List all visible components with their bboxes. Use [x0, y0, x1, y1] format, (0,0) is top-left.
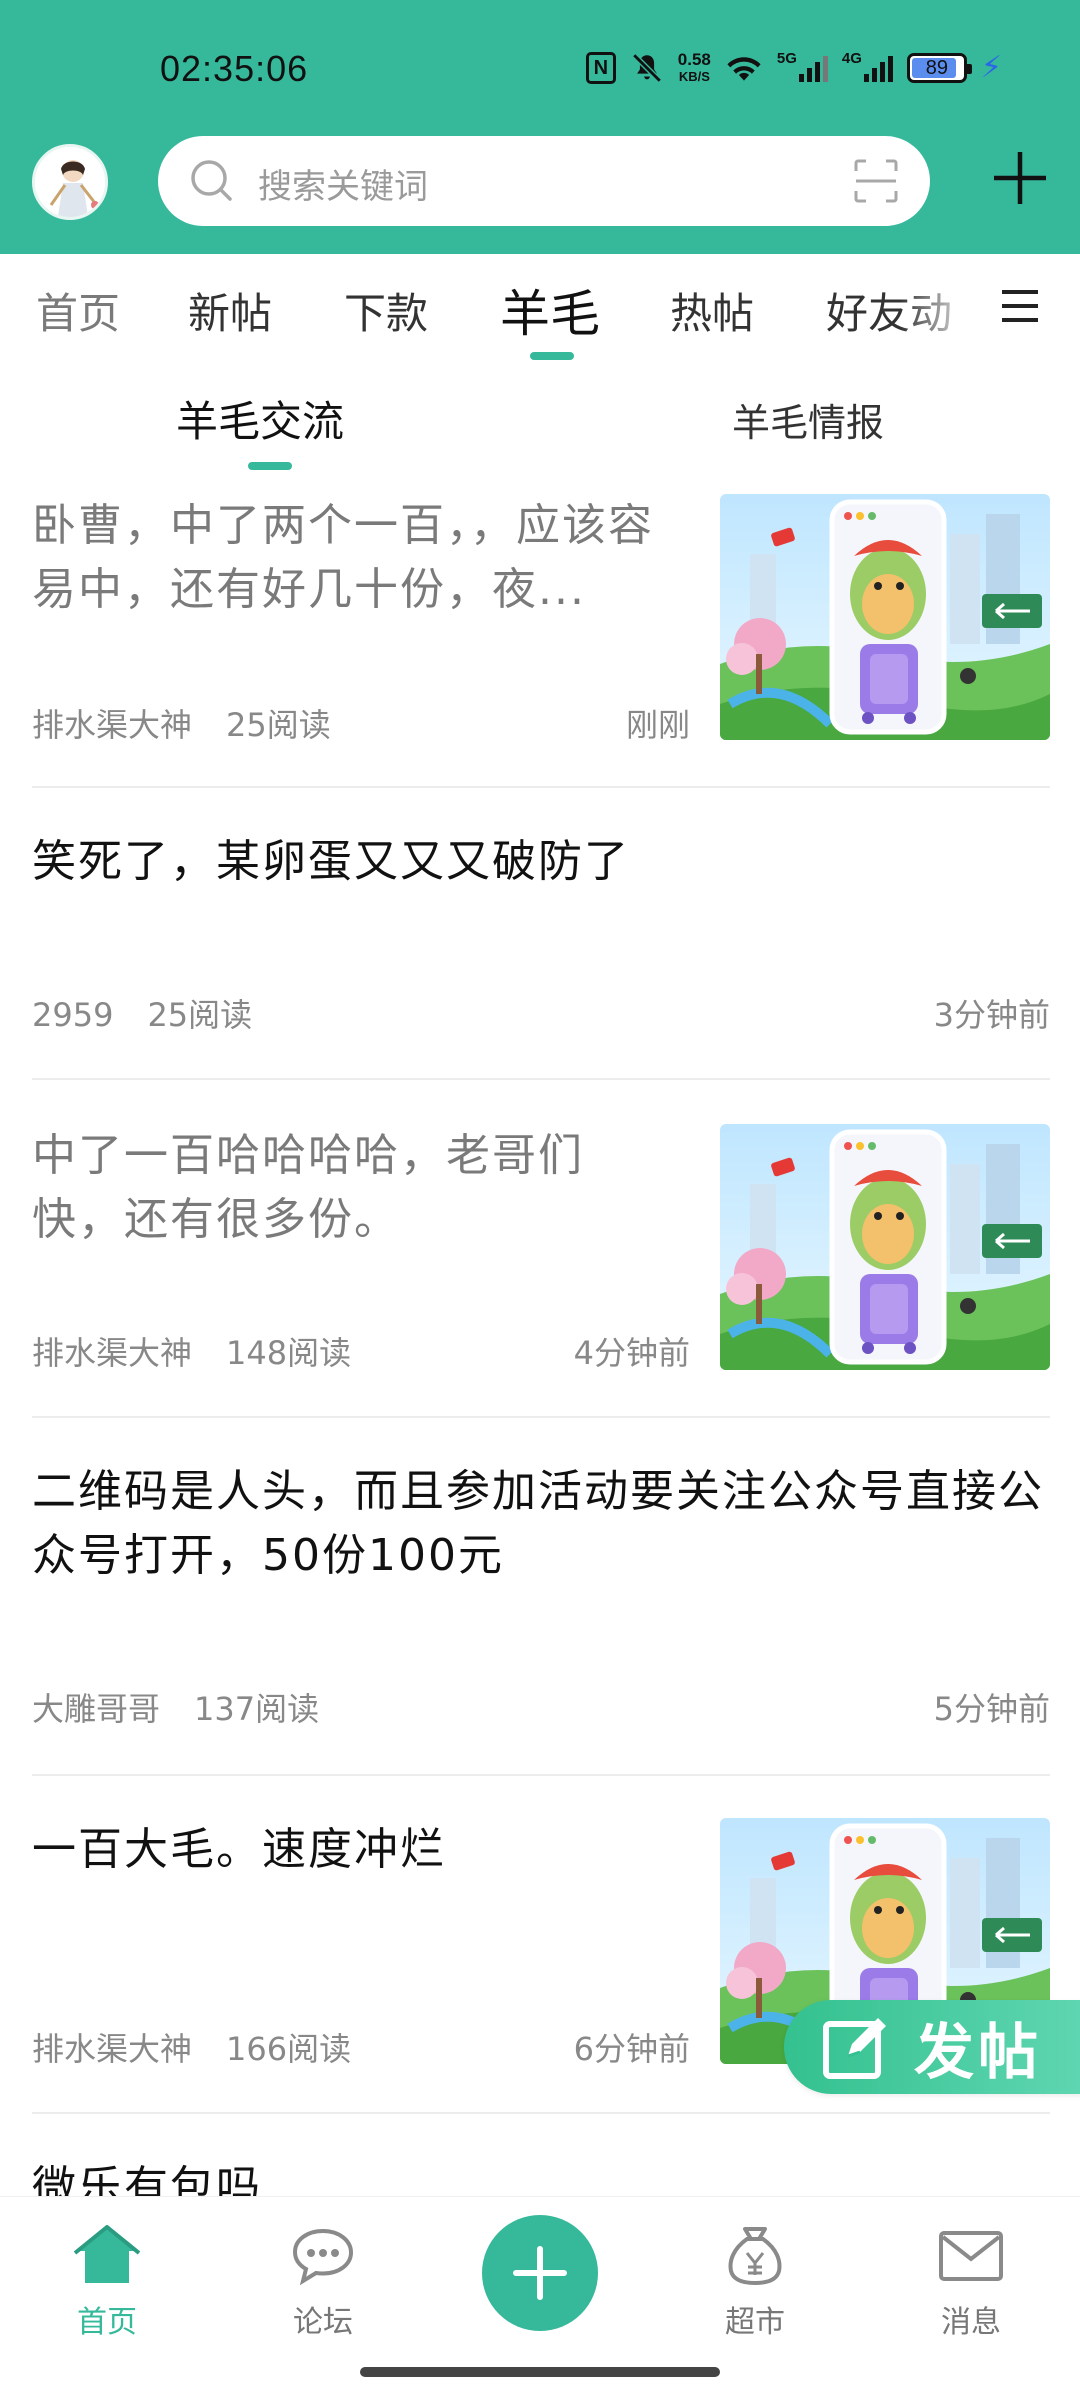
sim2-signal-icon — [863, 54, 893, 82]
mute-bell-icon — [632, 53, 662, 83]
tabs-fade — [900, 254, 990, 354]
post-author: 排水渠大神 — [32, 1334, 193, 1372]
chat-icon — [292, 2228, 354, 2286]
battery-icon: 89 — [906, 53, 972, 83]
post-reads: 137阅读 — [194, 1690, 320, 1728]
create-button[interactable] — [482, 2215, 598, 2331]
post-item[interactable]: 微乐有包吗 — [32, 2156, 1050, 2196]
post-time: 3分钟前 — [933, 996, 1050, 1034]
mail-icon — [939, 2231, 1003, 2281]
search-bar[interactable]: 搜索关键词 — [158, 136, 930, 226]
battery-level: 89 — [925, 56, 949, 79]
post-meta: 排水渠大神 166阅读 — [32, 2024, 351, 2070]
divider — [32, 1416, 1050, 1418]
active-subtab-indicator — [248, 462, 292, 470]
edit-icon — [823, 2018, 886, 2079]
money-bag-icon — [728, 2227, 782, 2286]
active-tab-indicator — [530, 352, 574, 360]
post-author: 2959 — [32, 996, 114, 1034]
tab-hot-posts[interactable]: 热帖 — [670, 280, 754, 341]
post-title: 中了一百哈哈哈哈，老哥们快，还有很多份。 — [32, 1130, 584, 1245]
post-time: 6分钟前 — [573, 2030, 690, 2068]
post-title: 笑死了，某卵蛋又又又破防了 — [32, 836, 630, 887]
post-reads: 148阅读 — [226, 1334, 352, 1372]
post-item[interactable]: 笑死了，某卵蛋又又又破防了 2959 25阅读 3分钟前 — [32, 830, 1050, 1036]
post-author: 排水渠大神 — [32, 706, 193, 744]
divider — [32, 1078, 1050, 1080]
tab-home[interactable]: 首页 — [36, 280, 120, 341]
post-title: 微乐有包吗 — [32, 2162, 262, 2196]
post-thumbnail — [720, 494, 1050, 740]
category-tabs: 首页 新帖 下款 羊毛 热帖 好友动 — [0, 254, 1080, 364]
divider — [32, 1774, 1050, 1776]
post-item[interactable]: 中了一百哈哈哈哈，老哥们快，还有很多份。 排水渠大神 148阅读 4分钟前 — [32, 1124, 1050, 1416]
sim2-network-type: 4G — [841, 49, 862, 67]
net-speed-unit: KB/S — [678, 69, 710, 84]
post-thumbnail — [720, 1124, 1050, 1370]
subtab-wool-intel[interactable]: 羊毛情报 — [732, 392, 884, 447]
divider — [32, 2112, 1050, 2114]
home-indicator[interactable] — [360, 2367, 720, 2377]
divider — [32, 786, 1050, 788]
post-meta: 2959 25阅读 — [32, 990, 252, 1036]
post-reads: 25阅读 — [226, 706, 331, 744]
post-time: 4分钟前 — [573, 1334, 690, 1372]
post-meta: 排水渠大神 148阅读 — [32, 1328, 351, 1374]
tab-new-posts[interactable]: 新帖 — [188, 280, 272, 341]
tab-loans[interactable]: 下款 — [344, 280, 428, 341]
post-title: 二维码是人头，而且参加活动要关注公众号直接公众号打开，50份100元 — [32, 1466, 1044, 1581]
post-reads: 166阅读 — [226, 2030, 352, 2068]
wifi-icon — [727, 57, 761, 81]
nav-market[interactable]: 超市 — [680, 2225, 830, 2341]
sim1-signal-icon — [798, 54, 828, 82]
nav-home-label: 首页 — [77, 2305, 137, 2340]
avocado-travel-image — [720, 494, 1050, 740]
post-item[interactable]: 二维码是人头，而且参加活动要关注公众号直接公众号打开，50份100元 大雕哥哥 1… — [32, 1460, 1050, 1732]
nfc-icon: N — [585, 52, 616, 84]
status-time: 02:35:06 — [160, 48, 309, 89]
nav-messages[interactable]: 消息 — [896, 2225, 1046, 2341]
top-header: 02:35:06 N 0.58 KB/S 5G 4G 89 ⚡ 搜索关键词 — [0, 0, 1080, 254]
post-item[interactable]: 卧曹，中了两个一百，，应该容易中，还有好几十份，夜... 排水渠大神 25阅读 刚… — [32, 494, 1050, 786]
avatar-figure-icon — [35, 147, 105, 217]
new-post-button[interactable]: 发帖 — [784, 2000, 1080, 2094]
nav-messages-label: 消息 — [941, 2305, 1001, 2340]
new-post-label: 发帖 — [914, 2017, 1042, 2088]
avocado-travel-image — [720, 1124, 1050, 1370]
post-meta: 大雕哥哥 137阅读 — [32, 1684, 319, 1730]
search-placeholder: 搜索关键词 — [258, 167, 428, 207]
net-speed-value: 0.58 — [677, 50, 711, 69]
post-time: 刚刚 — [625, 706, 690, 744]
nav-home[interactable]: 首页 — [32, 2225, 182, 2341]
charging-icon: ⚡ — [980, 50, 1002, 85]
post-meta: 排水渠大神 25阅读 — [32, 700, 331, 746]
post-time: 5分钟前 — [933, 1690, 1050, 1728]
scan-icon[interactable] — [852, 157, 900, 205]
net-speed: 0.58 KB/S — [678, 51, 711, 85]
search-icon — [191, 160, 232, 201]
nav-forum[interactable]: 论坛 — [248, 2225, 398, 2341]
post-title: 卧曹，中了两个一百，，应该容易中，还有好几十份，夜... — [32, 500, 654, 615]
home-icon — [73, 2225, 141, 2283]
add-icon[interactable] — [990, 148, 1050, 208]
sim1-network-type: 5G — [776, 49, 797, 67]
post-author: 排水渠大神 — [32, 2030, 193, 2068]
post-title: 一百大毛。速度冲烂 — [32, 1824, 446, 1875]
user-avatar[interactable] — [32, 144, 108, 220]
status-icons: N 0.58 KB/S 5G 4G 89 ⚡ — [585, 46, 1002, 90]
menu-icon[interactable] — [1000, 288, 1040, 324]
post-author: 大雕哥哥 — [32, 1690, 161, 1728]
post-reads: 25阅读 — [147, 996, 253, 1034]
subtab-wool-exchange[interactable]: 羊毛交流 — [176, 388, 344, 449]
tab-wool[interactable]: 羊毛 — [500, 274, 600, 346]
nav-forum-label: 论坛 — [293, 2305, 353, 2340]
nav-market-label: 超市 — [725, 2305, 785, 2340]
plus-icon — [513, 2246, 567, 2300]
